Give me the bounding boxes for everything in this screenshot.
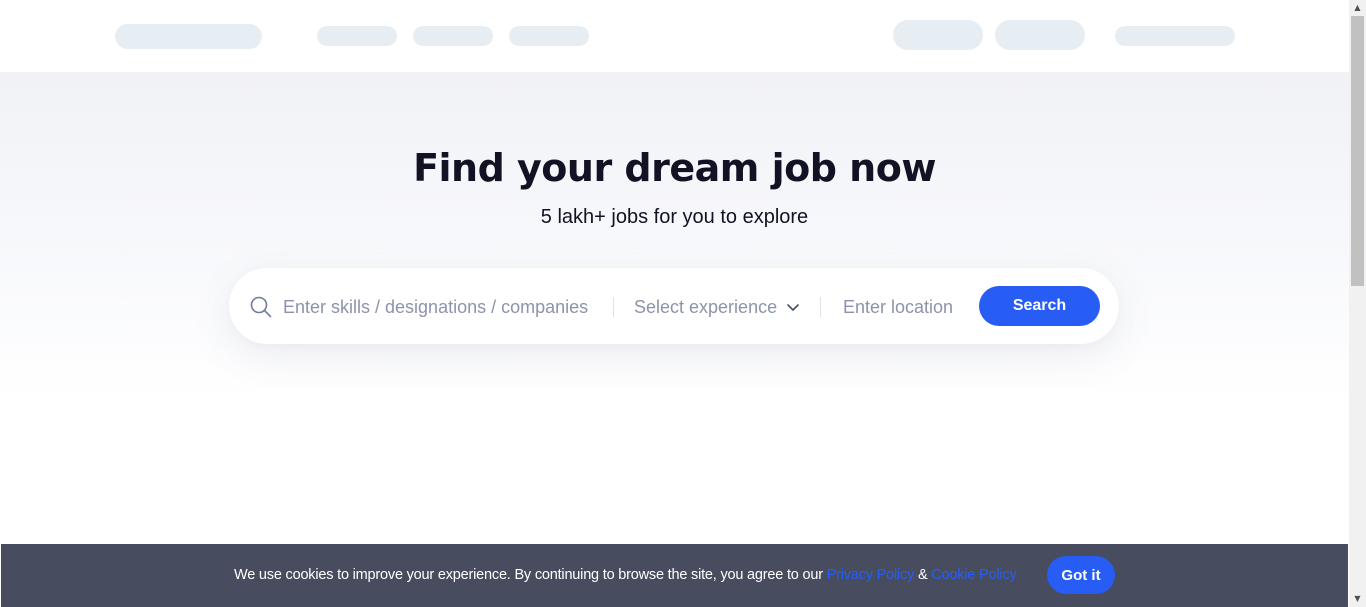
cookie-message-text: We use cookies to improve your experienc… xyxy=(234,567,827,583)
nav-skeleton-3 xyxy=(509,26,589,46)
cookie-message: We use cookies to improve your experienc… xyxy=(234,567,1017,583)
register-button-skeleton xyxy=(995,20,1085,50)
scrollbar-thumb[interactable] xyxy=(1351,16,1364,286)
search-divider-2 xyxy=(820,297,821,317)
logo-skeleton xyxy=(115,24,262,49)
page: Find your dream job now 5 lakh+ jobs for… xyxy=(0,0,1349,607)
cookie-separator: & xyxy=(914,567,932,583)
search-divider-1 xyxy=(613,297,614,317)
login-button-skeleton xyxy=(893,20,983,50)
hero-title: Find your dream job now xyxy=(413,146,936,190)
nav-skeleton-2 xyxy=(413,26,493,46)
privacy-policy-link[interactable]: Privacy Policy xyxy=(827,567,915,583)
scroll-up-arrow-icon[interactable]: ▲ xyxy=(1349,0,1366,16)
experience-dropdown-label: Select experience xyxy=(634,297,778,317)
chevron-down-icon xyxy=(786,300,800,314)
search-button[interactable]: Search xyxy=(979,286,1100,326)
cookie-banner: We use cookies to improve your experienc… xyxy=(1,544,1348,607)
cookie-policy-link[interactable]: Cookie Policy xyxy=(931,567,1016,583)
vertical-scrollbar[interactable]: ▲ ▼ xyxy=(1349,0,1366,607)
skills-search-input[interactable] xyxy=(283,294,603,320)
location-input[interactable] xyxy=(843,294,968,320)
hero-subtitle: 5 lakh+ jobs for you to explore xyxy=(540,206,809,228)
got-it-button[interactable]: Got it xyxy=(1047,556,1115,594)
header-loading-skeleton xyxy=(0,0,1349,72)
search-icon xyxy=(249,295,273,319)
experience-dropdown[interactable]: Select experience xyxy=(634,295,810,321)
nav-skeleton-1 xyxy=(317,26,397,46)
scroll-down-arrow-icon[interactable]: ▼ xyxy=(1349,591,1366,607)
employer-link-skeleton xyxy=(1115,26,1235,46)
